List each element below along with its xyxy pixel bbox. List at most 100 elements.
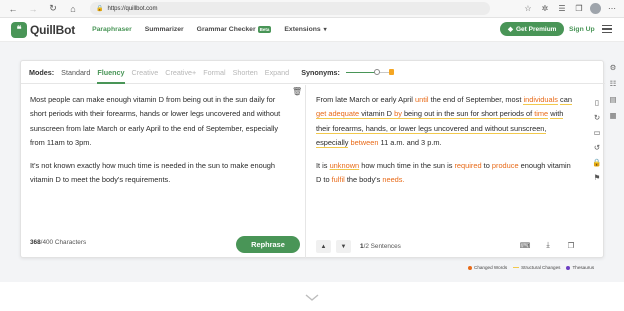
input-paragraph: Most people can make enough vitamin D fr… — [30, 95, 281, 147]
output-segment: vitamin D — [359, 109, 395, 120]
chevron-down-icon: ▾ — [323, 27, 327, 33]
changed-word[interactable]: individuals — [523, 95, 558, 105]
url-text: https://quillbot.com — [107, 5, 158, 12]
paraphraser-editor: Modes: Standard Fluency Creative Creativ… — [20, 60, 606, 258]
synonyms-label: Synonyms: — [301, 67, 340, 77]
next-sentence-button[interactable]: ▼ — [336, 240, 351, 253]
sign-up-link[interactable]: Sign Up — [569, 26, 595, 33]
collections-icon[interactable]: ❐ — [573, 2, 585, 14]
undo-icon[interactable]: ↺ — [592, 142, 602, 152]
changed-word[interactable]: needs. — [382, 175, 404, 184]
legend-changed-words: Changed Words — [468, 265, 507, 270]
char-limit: /400 Characters — [40, 239, 87, 246]
mode-creative-plus[interactable]: Creative+ — [165, 61, 196, 84]
hamburger-menu-icon[interactable] — [602, 25, 612, 35]
favorite-star-icon[interactable]: ☆ — [522, 2, 534, 14]
legend-dot — [468, 265, 472, 270]
output-segment: to — [481, 161, 492, 171]
forward-icon[interactable]: → — [26, 2, 40, 16]
output-text[interactable]: From late March or early April until the… — [316, 93, 578, 197]
sentence-total: /2 Sentences — [363, 243, 401, 250]
output-paragraph-2: It is unknown how much time in the sun i… — [316, 159, 578, 188]
lock-icon[interactable]: 🔒 — [592, 157, 602, 167]
character-count: 368/400 Characters — [30, 239, 86, 246]
compare-icon[interactable]: ▭ — [592, 127, 602, 137]
mode-expand[interactable]: Expand — [265, 61, 289, 84]
scroll-down-chevron-icon[interactable] — [305, 294, 319, 302]
refresh-icon[interactable]: ↻ — [592, 112, 602, 122]
comment-icon[interactable]: ▤ — [608, 94, 618, 104]
mode-formal[interactable]: Formal — [203, 61, 225, 84]
premium-lock-icon — [388, 69, 394, 75]
output-footer: ▲ ▼ 1/2 Sentences ⌨ ⤓ ❐ — [307, 235, 582, 258]
output-segment: especially — [316, 137, 349, 148]
settings-gear-icon[interactable]: ⚙ — [608, 62, 618, 72]
slider-knob[interactable] — [373, 69, 380, 75]
char-count-value: 368 — [30, 239, 41, 246]
get-premium-label: Get Premium — [516, 25, 557, 33]
rephrase-button[interactable]: Rephrase — [236, 236, 300, 253]
legend-label: Changed Words — [474, 265, 508, 270]
back-icon[interactable]: ← — [6, 2, 20, 16]
changed-word[interactable]: until — [415, 95, 429, 104]
statistics-icon[interactable]: ▦ — [608, 110, 618, 120]
trash-icon[interactable]: 🗑 — [292, 87, 302, 96]
address-bar[interactable]: 🔒 https://quillbot.com — [90, 2, 490, 15]
nav-grammar-checker-label: Grammar Checker — [196, 26, 256, 33]
app-header: ❝ QuillBot Paraphraser Summarizer Gramma… — [0, 18, 624, 42]
changed-word[interactable]: between — [351, 138, 379, 147]
synonyms-slider[interactable] — [345, 67, 394, 77]
sentence-counter: 1/2 Sentences — [360, 243, 401, 250]
copy-icon[interactable]: ❐ — [566, 240, 576, 250]
quillbot-logo[interactable]: ❝ QuillBot — [11, 21, 75, 38]
more-options-icon[interactable]: ⋯ — [606, 2, 618, 14]
nav-paraphraser[interactable]: Paraphraser — [92, 26, 132, 33]
nav-grammar-checker[interactable]: Grammar Checker Beta — [197, 26, 272, 33]
download-icon[interactable]: ⤓ — [543, 240, 553, 250]
output-segment: the body's — [344, 175, 383, 185]
changed-word[interactable]: by — [394, 109, 402, 120]
changed-word[interactable]: time — [534, 109, 549, 120]
output-segment: the end of September, most — [428, 95, 524, 104]
legend-structural-changes: Structural Changes — [513, 265, 560, 270]
extensions-puzzle-icon[interactable]: ✲ — [539, 2, 551, 14]
mode-standard[interactable]: Standard — [61, 61, 90, 84]
browser-toolbar: ← → ↻ ⌂ 🔒 https://quillbot.com ☆ ✲ ☰ ❐ ⋯ — [0, 0, 624, 18]
mode-fluency[interactable]: Fluency — [97, 61, 125, 84]
previous-sentence-button[interactable]: ▲ — [316, 240, 331, 253]
output-paragraph-1: From late March or early April until the… — [316, 93, 578, 150]
output-pane[interactable]: From late March or early April until the… — [307, 85, 582, 258]
input-text[interactable]: Most people can make enough vitamin D fr… — [30, 93, 292, 197]
output-segment: can — [560, 95, 572, 105]
chevron-up-icon: ▲ — [320, 243, 327, 250]
mode-shorten[interactable]: Shorten — [233, 61, 258, 84]
changed-word[interactable]: get adequate — [316, 109, 360, 120]
input-pane[interactable]: 🗑 Most people can make enough vitamin D … — [21, 85, 306, 258]
chevron-down-icon: ▼ — [340, 243, 347, 250]
changed-word[interactable]: unknown — [330, 161, 360, 170]
output-segment: It is — [316, 161, 330, 171]
modes-label: Modes: — [29, 67, 55, 77]
keyboard-icon[interactable]: ⌨ — [520, 240, 531, 250]
changed-word[interactable]: fulfil — [332, 175, 345, 184]
changed-word[interactable]: produce — [492, 161, 519, 170]
history-icon[interactable]: ☷ — [608, 78, 618, 88]
beta-badge: Beta — [257, 26, 272, 33]
output-segment: being out in the sun for short periods o… — [401, 109, 535, 120]
output-segment: From late March or early April — [316, 95, 415, 104]
home-icon[interactable]: ⌂ — [66, 2, 80, 16]
nav-summarizer[interactable]: Summarizer — [145, 26, 184, 33]
favorites-icon[interactable]: ☰ — [556, 2, 568, 14]
flag-icon[interactable]: ⚑ — [592, 172, 602, 182]
input-paragraph: It's not known exactly how much time is … — [30, 161, 276, 185]
output-tools: ▯ ↻ ▭ ↺ 🔒 ⚑ — [592, 97, 606, 182]
reload-icon[interactable]: ↻ — [46, 2, 60, 16]
document-icon[interactable]: ▯ — [592, 97, 602, 107]
changed-word[interactable]: required — [454, 161, 481, 170]
output-segment: 11 a.m. and 3 p.m. — [378, 137, 442, 147]
mode-creative[interactable]: Creative — [132, 61, 159, 84]
lock-icon: 🔒 — [96, 6, 104, 12]
nav-extensions[interactable]: Extensions ▾ — [284, 26, 326, 33]
profile-avatar[interactable] — [590, 2, 601, 14]
get-premium-button[interactable]: ◆ Get Premium — [500, 22, 565, 36]
